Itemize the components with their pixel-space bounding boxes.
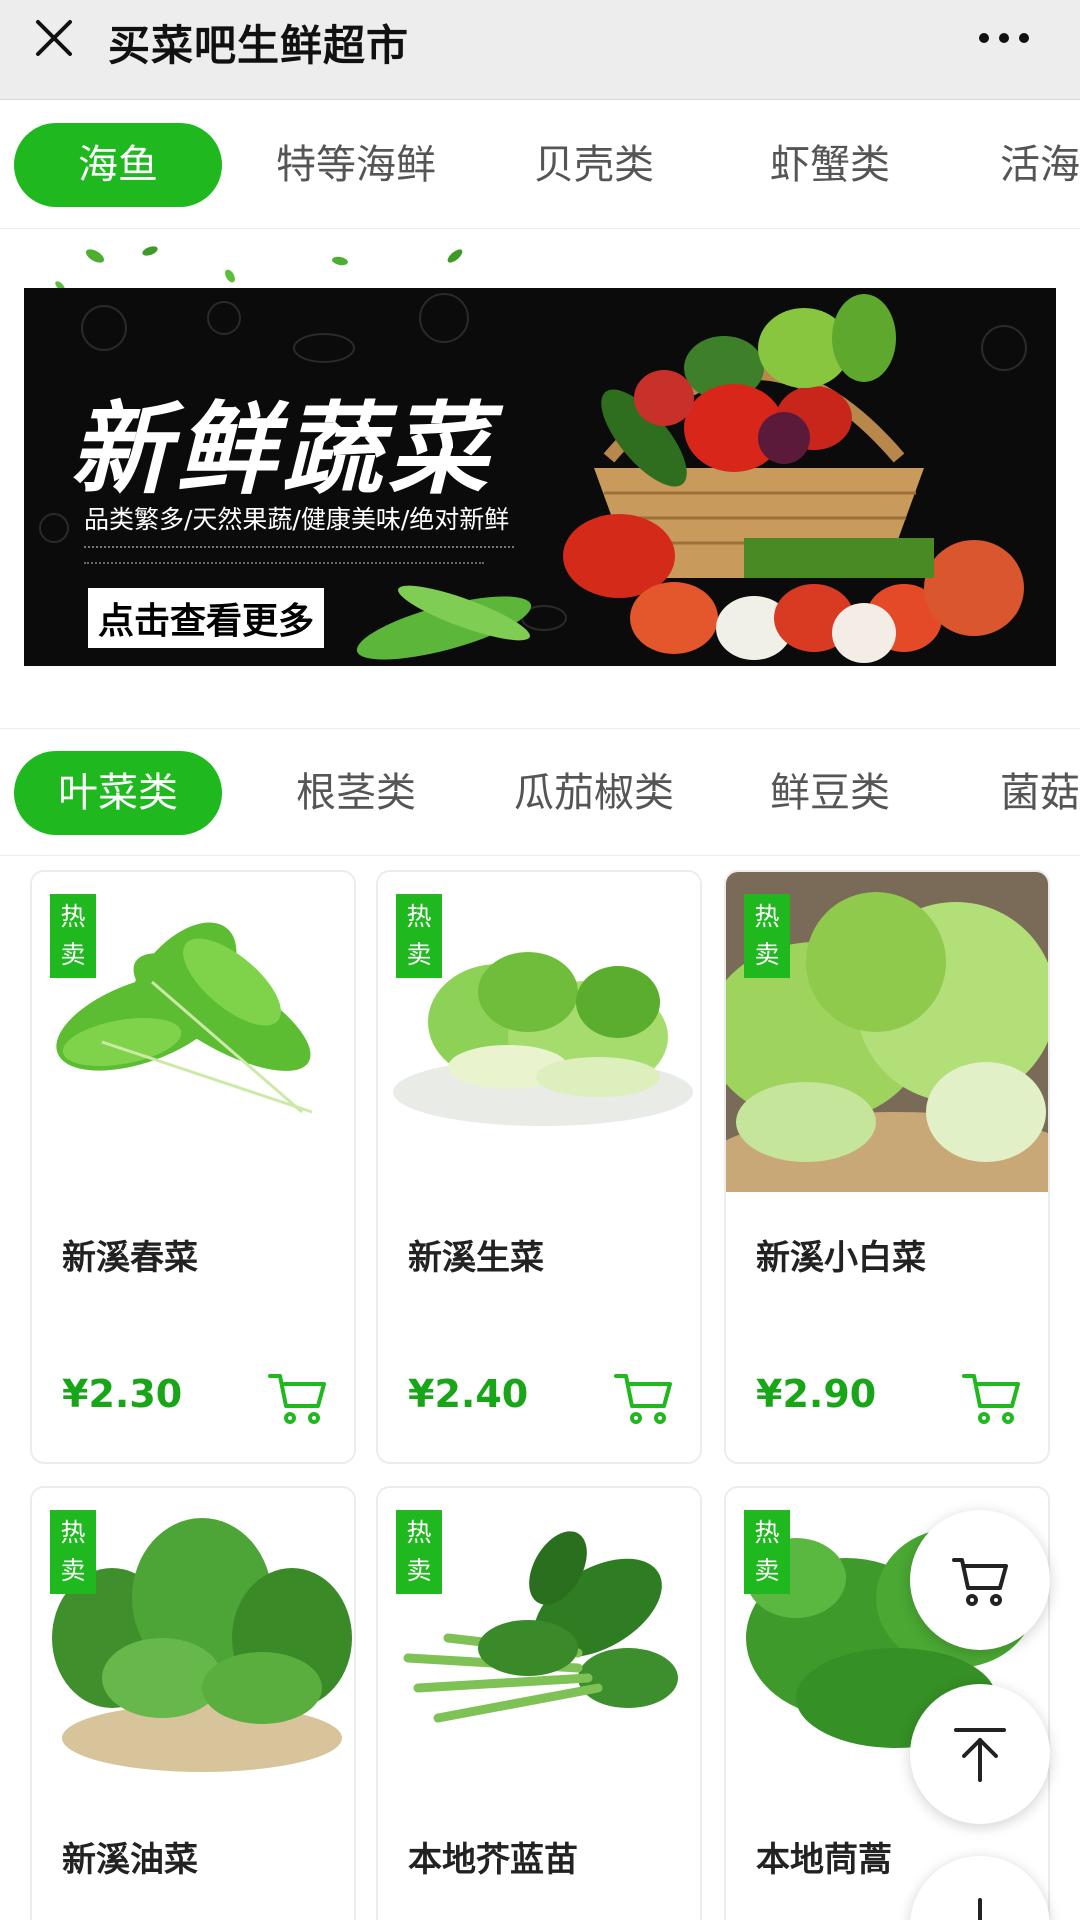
- more-button[interactable]: [974, 18, 1034, 58]
- product-card[interactable]: 热卖 新溪油菜: [30, 1486, 356, 1920]
- hot-sale-badge: 热卖: [744, 1510, 790, 1594]
- tab-live-seafood[interactable]: 活海: [1000, 123, 1080, 207]
- add-to-cart-button[interactable]: [960, 1366, 1022, 1428]
- tab-shellfish[interactable]: 贝壳类: [494, 123, 694, 207]
- close-icon: [36, 20, 72, 56]
- tab-gourd-pepper[interactable]: 瓜茄椒类: [494, 751, 694, 835]
- product-name: 本地芥蓝苗: [408, 1840, 578, 1880]
- title-bar: 买菜吧生鲜超市: [0, 0, 1080, 100]
- product-card[interactable]: 热卖 新溪小白菜 ¥2.90: [724, 870, 1050, 1464]
- banner-subtitle: 品类繁多/天然果蔬/健康美味/绝对新鲜: [84, 505, 510, 534]
- floating-cart-button[interactable]: [910, 1510, 1050, 1650]
- seafood-tab-bar: 海鱼 特等海鲜 贝壳类 虾蟹类 活海: [0, 101, 1080, 229]
- promo-banner[interactable]: 新鲜蔬菜 品类繁多/天然果蔬/健康美味/绝对新鲜 点击查看更多: [24, 288, 1056, 666]
- product-price: ¥2.30: [62, 1372, 183, 1416]
- page-title: 买菜吧生鲜超市: [108, 21, 410, 70]
- hot-sale-badge: 热卖: [50, 1510, 96, 1594]
- cart-icon: [268, 1374, 326, 1424]
- tab-root-vegetables[interactable]: 根茎类: [256, 751, 456, 835]
- add-to-cart-button[interactable]: [266, 1366, 328, 1428]
- close-button[interactable]: [30, 14, 78, 62]
- product-card[interactable]: 热卖 新溪生菜 ¥2.40: [376, 870, 702, 1464]
- vegetable-tab-bar: 叶菜类 根茎类 瓜茄椒类 鲜豆类 菌菇: [0, 728, 1080, 856]
- product-card[interactable]: 热卖 本地芥蓝苗: [376, 1486, 702, 1920]
- cart-icon: [614, 1374, 672, 1424]
- banner-fine-print-2: [84, 562, 484, 568]
- banner-cta-button[interactable]: 点击查看更多: [88, 588, 325, 648]
- tab-leafy-vegetables[interactable]: 叶菜类: [14, 751, 222, 835]
- hot-sale-badge: 热卖: [396, 894, 442, 978]
- hot-sale-badge: 热卖: [396, 1510, 442, 1594]
- product-name: 新溪春菜: [62, 1238, 198, 1278]
- product-price: ¥2.90: [756, 1372, 877, 1416]
- tab-seafood-fish[interactable]: 海鱼: [14, 123, 222, 207]
- product-card[interactable]: 热卖 新溪春菜 ¥2.30: [30, 870, 356, 1464]
- product-name: 新溪生菜: [408, 1238, 544, 1278]
- more-dots-icon: [979, 33, 1029, 43]
- cart-icon: [962, 1374, 1020, 1424]
- product-name: 新溪油菜: [62, 1840, 198, 1880]
- tab-premium-seafood[interactable]: 特等海鲜: [256, 123, 456, 207]
- product-name: 本地茼蒿: [756, 1840, 892, 1880]
- back-to-top-button[interactable]: [910, 1684, 1050, 1824]
- tab-mushrooms[interactable]: 菌菇: [1000, 751, 1080, 835]
- product-name: 新溪小白菜: [756, 1238, 926, 1278]
- banner-fine-print: [84, 546, 514, 552]
- hot-sale-badge: 热卖: [744, 894, 790, 978]
- hot-sale-badge: 热卖: [50, 894, 96, 978]
- tab-shrimp-crab[interactable]: 虾蟹类: [730, 123, 930, 207]
- product-price: ¥2.40: [408, 1372, 529, 1416]
- handle-icon: [978, 1898, 982, 1920]
- cart-icon: [952, 1558, 1008, 1606]
- add-to-cart-button[interactable]: [612, 1366, 674, 1428]
- arrow-up-icon: [954, 1728, 1006, 1782]
- banner-title: 新鲜蔬菜: [70, 390, 494, 508]
- tab-fresh-beans[interactable]: 鲜豆类: [730, 751, 930, 835]
